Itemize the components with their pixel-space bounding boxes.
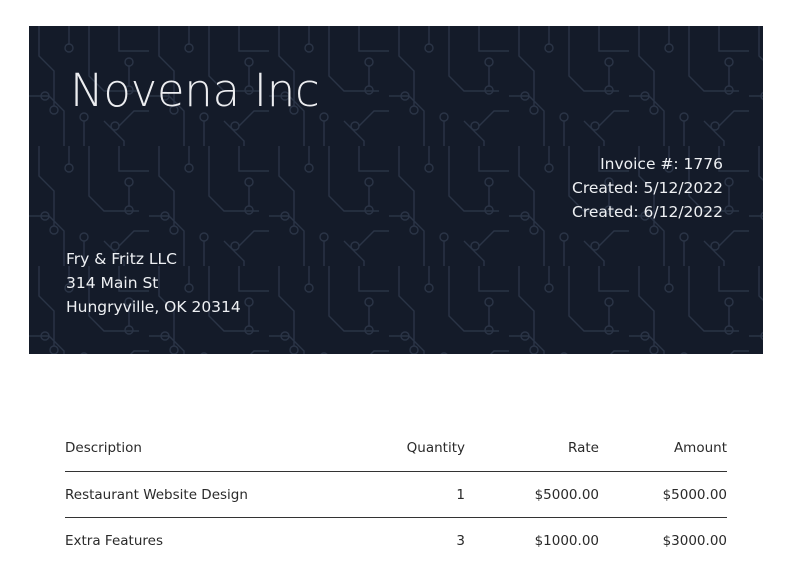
- header-amount: Amount: [599, 424, 727, 472]
- client-name: Fry & Fritz LLC: [66, 247, 241, 271]
- due-date: Created: 6/12/2022: [572, 200, 723, 224]
- client-street: 314 Main St: [66, 271, 241, 295]
- table-row: Restaurant Website Design 1 $5000.00 $50…: [65, 472, 727, 518]
- invoice-number: Invoice #: 1776: [572, 152, 723, 176]
- invoice-meta: Invoice #: 1776 Created: 5/12/2022 Creat…: [572, 152, 723, 224]
- item-quantity: 1: [345, 472, 465, 518]
- header-description: Description: [65, 424, 345, 472]
- table-row: Extra Features 3 $1000.00 $3000.00: [65, 518, 727, 563]
- item-description: Restaurant Website Design: [65, 472, 345, 518]
- table-header-row: Description Quantity Rate Amount: [65, 424, 727, 472]
- client-address: Fry & Fritz LLC 314 Main St Hungryville,…: [66, 247, 241, 319]
- item-rate: $1000.00: [465, 518, 599, 563]
- invoice-header-banner: Novena Inc Invoice #: 1776 Created: 5/12…: [29, 26, 763, 354]
- invoice-items-table: Description Quantity Rate Amount Restaur…: [65, 424, 727, 563]
- item-rate: $5000.00: [465, 472, 599, 518]
- header-quantity: Quantity: [345, 424, 465, 472]
- item-quantity: 3: [345, 518, 465, 563]
- header-rate: Rate: [465, 424, 599, 472]
- created-date: Created: 5/12/2022: [572, 176, 723, 200]
- client-city: Hungryville, OK 20314: [66, 295, 241, 319]
- company-name: Novena Inc: [70, 64, 319, 117]
- item-amount: $3000.00: [599, 518, 727, 563]
- item-description: Extra Features: [65, 518, 345, 563]
- item-amount: $5000.00: [599, 472, 727, 518]
